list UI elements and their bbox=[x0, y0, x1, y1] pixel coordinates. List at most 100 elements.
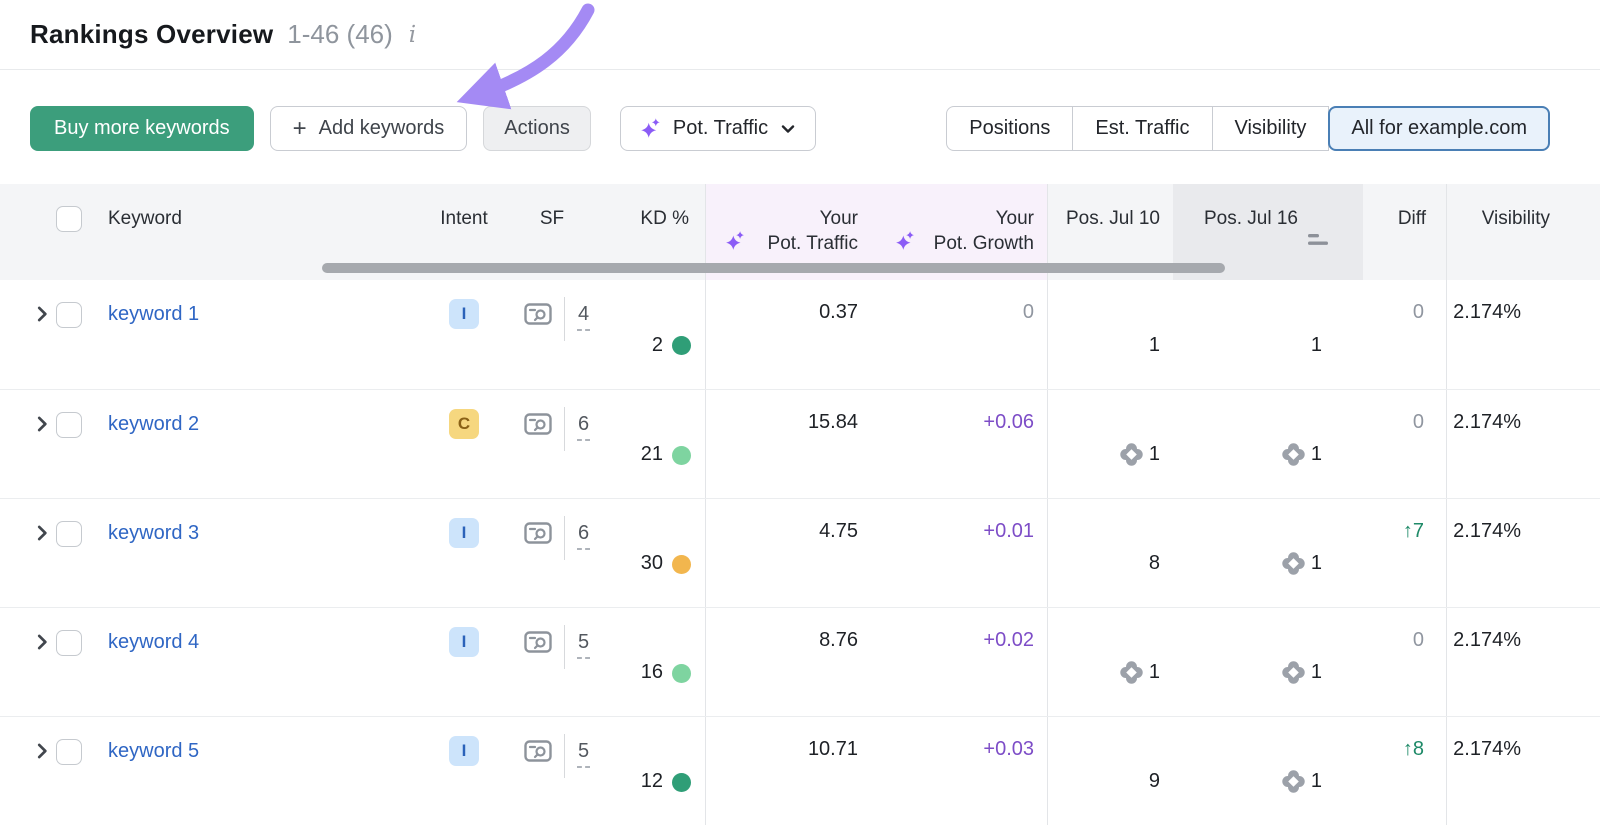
keyword-link[interactable]: keyword 4 bbox=[94, 629, 199, 654]
kd-difficulty-dot bbox=[672, 664, 691, 683]
table-row: keyword 3 I 6 30 4.75 +0.01 8 1 ↑7 2.174… bbox=[0, 498, 1600, 607]
kd-difficulty-dot bbox=[672, 446, 691, 465]
table-row: keyword 2 C 6 21 15.84 +0.06 1 1 0 2.174… bbox=[0, 389, 1600, 498]
expand-chevron-icon[interactable] bbox=[32, 523, 52, 543]
keyword-link[interactable]: keyword 1 bbox=[94, 301, 199, 326]
visibility-value: 2.174% bbox=[1447, 608, 1600, 716]
header-pot-traffic-line2: Pot. Traffic bbox=[768, 233, 858, 254]
diff-value: ↑7 bbox=[1363, 499, 1447, 607]
intent-badge[interactable]: I bbox=[449, 518, 479, 548]
pos-jul16-value: 1 bbox=[1311, 770, 1322, 793]
actions-button[interactable]: Actions bbox=[483, 106, 591, 151]
sf-count[interactable]: 5 bbox=[577, 741, 590, 768]
kd-value: 2 bbox=[652, 334, 663, 357]
intent-badge[interactable]: I bbox=[449, 627, 479, 657]
pot-growth-value: 0 bbox=[876, 280, 1048, 389]
row-checkbox[interactable] bbox=[56, 739, 82, 765]
horizontal-scrollbar[interactable] bbox=[322, 263, 1225, 273]
info-icon[interactable]: i bbox=[409, 22, 416, 48]
expand-chevron-icon[interactable] bbox=[32, 414, 52, 434]
row-checkbox[interactable] bbox=[56, 521, 82, 547]
sort-descending-icon bbox=[1308, 233, 1330, 249]
header-visibility[interactable]: Visibility bbox=[1447, 184, 1600, 280]
kd-value: 16 bbox=[641, 661, 663, 684]
pos-jul10-value: 1 bbox=[1149, 443, 1160, 466]
visibility-value: 2.174% bbox=[1447, 499, 1600, 607]
header-diff[interactable]: Diff bbox=[1363, 184, 1447, 280]
sf-divider bbox=[564, 734, 565, 778]
ai-sparkle-icon bbox=[894, 230, 916, 252]
serp-features-icon bbox=[524, 301, 552, 327]
tab-est-traffic[interactable]: Est. Traffic bbox=[1072, 106, 1212, 151]
header-checkbox-cell bbox=[56, 184, 94, 280]
pos-jul16-value: 1 bbox=[1311, 661, 1322, 684]
sf-divider bbox=[564, 516, 565, 560]
kd-value: 21 bbox=[641, 443, 663, 466]
pos-jul10-value: 1 bbox=[1149, 334, 1160, 357]
visibility-value: 2.174% bbox=[1447, 280, 1600, 389]
ai-sparkle-icon bbox=[724, 230, 746, 252]
serp-features-icon bbox=[524, 738, 552, 764]
expand-chevron-icon[interactable] bbox=[32, 304, 52, 324]
buy-more-keywords-button[interactable]: Buy more keywords bbox=[30, 106, 254, 151]
chevron-down-icon bbox=[779, 120, 797, 138]
intent-badge[interactable]: I bbox=[449, 299, 479, 329]
diff-value: 0 bbox=[1363, 608, 1447, 716]
tab-positions[interactable]: Positions bbox=[946, 106, 1073, 151]
pot-growth-value: +0.02 bbox=[876, 608, 1048, 716]
tab-visibility[interactable]: Visibility bbox=[1212, 106, 1330, 151]
intent-badge[interactable]: I bbox=[449, 736, 479, 766]
serp-feature-position-icon bbox=[1120, 443, 1143, 466]
sf-count[interactable]: 4 bbox=[577, 304, 590, 331]
page-range-count: 1-46 (46) bbox=[287, 19, 393, 50]
pot-traffic-value: 8.76 bbox=[706, 608, 876, 716]
serp-feature-position-icon bbox=[1282, 770, 1305, 793]
keyword-link[interactable]: keyword 2 bbox=[94, 411, 199, 436]
row-checkbox[interactable] bbox=[56, 412, 82, 438]
header-pot-growth-line2: Pot. Growth bbox=[934, 233, 1034, 254]
intent-badge[interactable]: C bbox=[449, 409, 479, 439]
serp-feature-position-icon bbox=[1120, 661, 1143, 684]
pos-jul16-value: 1 bbox=[1311, 552, 1322, 575]
sf-divider bbox=[564, 297, 565, 341]
kd-value: 30 bbox=[641, 552, 663, 575]
diff-value: 0 bbox=[1363, 280, 1447, 389]
keyword-link[interactable]: keyword 3 bbox=[94, 520, 199, 545]
header-pot-traffic-line1: Your bbox=[820, 208, 858, 229]
sf-count[interactable]: 5 bbox=[577, 632, 590, 659]
serp-features-icon bbox=[524, 629, 552, 655]
pos-jul16-value: 1 bbox=[1311, 443, 1322, 466]
diff-value: 0 bbox=[1363, 390, 1447, 498]
table-row: keyword 5 I 5 12 10.71 +0.03 9 1 ↑8 2.17… bbox=[0, 716, 1600, 825]
table-row: keyword 1 I 4 2 0.37 0 1 1 0 2.174% bbox=[0, 280, 1600, 389]
add-keywords-label: Add keywords bbox=[319, 117, 445, 140]
expand-chevron-icon[interactable] bbox=[32, 632, 52, 652]
keyword-link[interactable]: keyword 5 bbox=[94, 738, 199, 763]
title-bar: Rankings Overview 1-46 (46) i bbox=[0, 0, 1600, 70]
pot-traffic-value: 0.37 bbox=[706, 280, 876, 389]
serp-feature-position-icon bbox=[1282, 661, 1305, 684]
kd-difficulty-dot bbox=[672, 336, 691, 355]
toolbar: Buy more keywords + Add keywords Actions… bbox=[0, 70, 1600, 151]
sf-count[interactable]: 6 bbox=[577, 414, 590, 441]
visibility-value: 2.174% bbox=[1447, 390, 1600, 498]
tab-all-for-domain[interactable]: All for example.com bbox=[1328, 106, 1550, 151]
pot-growth-value: +0.06 bbox=[876, 390, 1048, 498]
pos-jul10-value: 1 bbox=[1149, 661, 1160, 684]
row-checkbox[interactable] bbox=[56, 302, 82, 328]
serp-feature-position-icon bbox=[1282, 443, 1305, 466]
expand-chevron-icon[interactable] bbox=[32, 741, 52, 761]
pot-traffic-value: 4.75 bbox=[706, 499, 876, 607]
sf-count[interactable]: 6 bbox=[577, 523, 590, 550]
add-keywords-button[interactable]: + Add keywords bbox=[270, 106, 468, 151]
select-all-checkbox[interactable] bbox=[56, 206, 82, 232]
ai-sparkle-icon bbox=[639, 117, 662, 140]
pot-growth-value: +0.01 bbox=[876, 499, 1048, 607]
pot-growth-value: +0.03 bbox=[876, 717, 1048, 825]
metric-dropdown[interactable]: Pot. Traffic bbox=[620, 106, 816, 151]
header-expand-spacer bbox=[0, 184, 56, 280]
header-pot-growth-line1: Your bbox=[996, 208, 1034, 229]
view-tab-group: Positions Est. Traffic Visibility All fo… bbox=[946, 106, 1550, 151]
pot-traffic-value: 10.71 bbox=[706, 717, 876, 825]
row-checkbox[interactable] bbox=[56, 630, 82, 656]
